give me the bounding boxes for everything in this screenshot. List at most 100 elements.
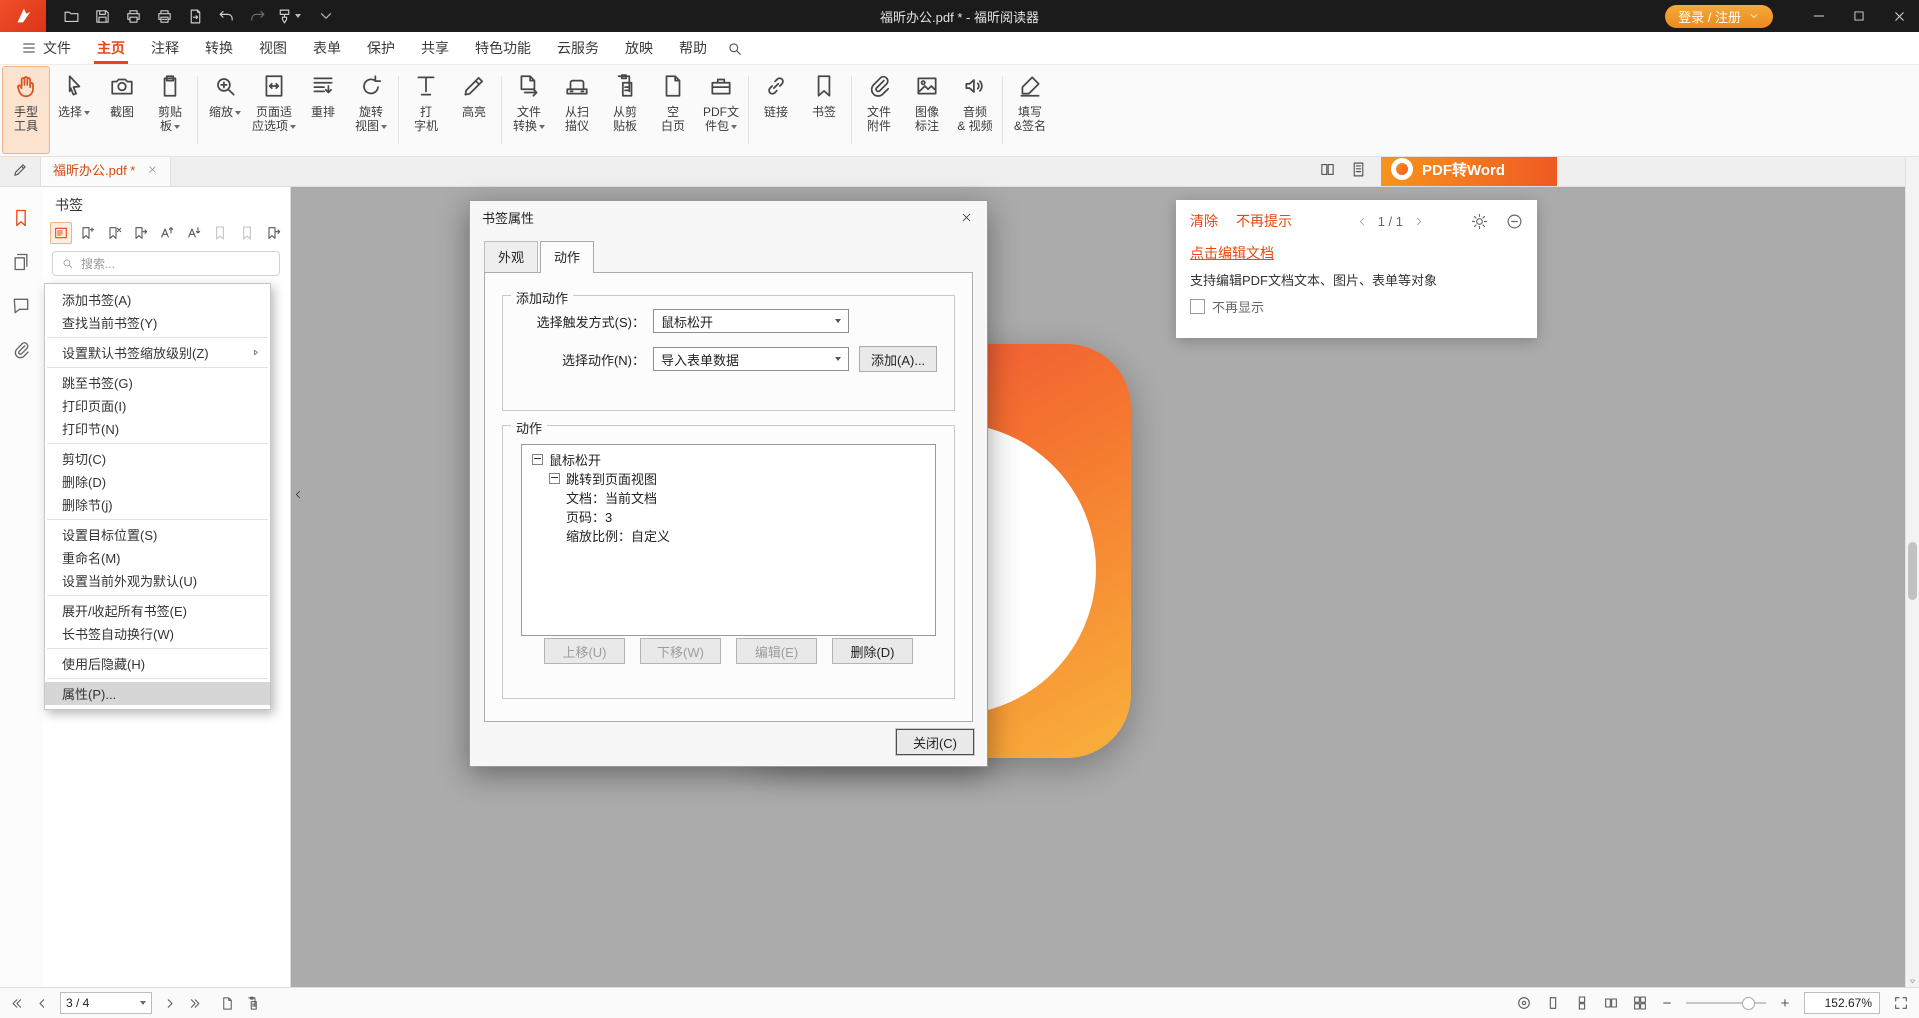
save-icon[interactable]: [87, 3, 117, 29]
no-prompt-button[interactable]: 不再提示: [1236, 211, 1292, 231]
close-button[interactable]: [1879, 0, 1919, 32]
print-page-icon[interactable]: [149, 3, 179, 29]
tab-home[interactable]: 主页: [84, 32, 138, 64]
clipboard-tool[interactable]: 剪贴板: [146, 66, 194, 154]
sidebar-attachments[interactable]: [11, 340, 31, 360]
page-number-input[interactable]: 3 / 4: [60, 992, 152, 1014]
redo-icon[interactable]: [242, 3, 272, 29]
clipboard-page-icon[interactable]: [245, 996, 260, 1011]
facing-view-icon[interactable]: [1603, 995, 1619, 1011]
fill-sign[interactable]: 填写&签名: [1006, 66, 1054, 154]
dont-show-checkbox[interactable]: 不再显示: [1190, 297, 1523, 316]
menu-add-bookmark[interactable]: 添加书签(A): [45, 288, 270, 311]
tab-present[interactable]: 放映: [612, 32, 666, 64]
export-icon[interactable]: [180, 3, 210, 29]
gear-icon[interactable]: [1471, 213, 1488, 230]
menu-goto-bookmark[interactable]: 跳至书签(G): [45, 371, 270, 394]
open-file-icon[interactable]: [56, 3, 86, 29]
hand-tool[interactable]: 手型工具: [2, 66, 50, 154]
menu-set-appearance-default[interactable]: 设置当前外观为默认(U): [45, 569, 270, 592]
next-tip-icon[interactable]: [1412, 215, 1425, 228]
delete-bookmark-icon[interactable]: [103, 222, 125, 244]
menu-set-default-zoom[interactable]: 设置默认书签缩放级别(Z): [45, 341, 270, 364]
tab-features[interactable]: 特色功能: [462, 32, 544, 64]
increase-text-icon[interactable]: [156, 222, 178, 244]
vertical-scrollbar[interactable]: [1905, 134, 1919, 988]
undo-icon[interactable]: [211, 3, 241, 29]
snapshot-page-icon[interactable]: [220, 996, 235, 1011]
tab-help[interactable]: 帮助: [666, 32, 720, 64]
tab-protect[interactable]: 保护: [354, 32, 408, 64]
tab-file[interactable]: 文件: [8, 32, 84, 64]
blank-page[interactable]: 空白页: [649, 66, 697, 154]
dialog-close-icon[interactable]: [945, 202, 987, 232]
facing-continuous-view-icon[interactable]: [1632, 995, 1648, 1011]
scroll-down-icon[interactable]: [1906, 974, 1919, 988]
typewriter-tool[interactable]: 打字机: [402, 66, 450, 154]
search-icon[interactable]: [726, 40, 743, 57]
edit-document-link[interactable]: 点击编辑文档: [1190, 243, 1274, 263]
customize-quick-access-icon[interactable]: [317, 7, 335, 25]
sidebar-comments[interactable]: [11, 296, 31, 316]
checkbox-icon[interactable]: [1190, 299, 1205, 314]
tree-node[interactable]: 跳转到页面视图: [528, 469, 929, 488]
menu-cut[interactable]: 剪切(C): [45, 447, 270, 470]
multi-tab-view-icon[interactable]: [1319, 161, 1336, 178]
menu-properties[interactable]: 属性(P)...: [45, 682, 270, 705]
tab-share[interactable]: 共享: [408, 32, 462, 64]
tree-node[interactable]: 页码：3: [528, 507, 929, 526]
menu-delete-section[interactable]: 删除节(j): [45, 493, 270, 516]
tab-comment[interactable]: 注释: [138, 32, 192, 64]
scrollbar-thumb[interactable]: [1908, 542, 1917, 600]
last-page-icon[interactable]: [187, 996, 202, 1011]
add-bookmark-icon[interactable]: [77, 222, 99, 244]
zoom-tool[interactable]: 缩放: [201, 66, 249, 154]
prev-tip-icon[interactable]: [1356, 215, 1369, 228]
zoom-in-button[interactable]: +: [1779, 995, 1791, 1012]
trigger-select[interactable]: 鼠标松开: [653, 309, 849, 333]
snapshot-tool[interactable]: 截图: [98, 66, 146, 154]
prev-bookmark-icon[interactable]: [209, 222, 231, 244]
collapse-panel-handle[interactable]: [291, 478, 305, 510]
bookmark-tool[interactable]: 书签: [800, 66, 848, 154]
first-page-icon[interactable]: [10, 996, 25, 1011]
pdf-to-word-banner[interactable]: PDF转Word: [1381, 152, 1557, 186]
add-action-button[interactable]: 添加(A)...: [859, 346, 937, 372]
file-attachment[interactable]: 文件附件: [855, 66, 903, 154]
select-tool[interactable]: 选择: [50, 66, 98, 154]
collapse-toggle-icon[interactable]: [549, 473, 560, 484]
file-convert[interactable]: 文件转换: [505, 66, 553, 154]
delete-button[interactable]: 删除(D): [832, 638, 913, 664]
zoom-level-input[interactable]: 152.67%: [1804, 992, 1880, 1014]
minimize-tip-icon[interactable]: [1506, 213, 1523, 230]
audio-video[interactable]: 音频& 视频: [951, 66, 999, 154]
tree-node[interactable]: 缩放比例：自定义: [528, 526, 929, 545]
menu-hide-after-use[interactable]: 使用后隐藏(H): [45, 652, 270, 675]
rotate-view[interactable]: 旋转视图: [347, 66, 395, 154]
link-tool[interactable]: 链接: [752, 66, 800, 154]
prev-page-icon[interactable]: [35, 996, 50, 1011]
dialog-title-bar[interactable]: 书签属性: [470, 201, 987, 233]
scroll-view-icon[interactable]: [1350, 161, 1367, 178]
menu-expand-collapse-all[interactable]: 展开/收起所有书签(E): [45, 599, 270, 622]
tab-convert[interactable]: 转换: [192, 32, 246, 64]
tab-view[interactable]: 视图: [246, 32, 300, 64]
clear-button[interactable]: 清除: [1190, 211, 1218, 231]
print-icon[interactable]: [118, 3, 148, 29]
login-button[interactable]: 登录 / 注册: [1665, 5, 1773, 28]
tree-node[interactable]: 鼠标松开: [528, 450, 929, 469]
sidebar-pages[interactable]: [11, 252, 31, 272]
menu-find-current-bookmark[interactable]: 查找当前书签(Y): [45, 311, 270, 334]
bookmark-list-icon[interactable]: [50, 222, 72, 244]
next-bookmark-icon[interactable]: [236, 222, 258, 244]
foxit-logo-icon[interactable]: [0, 0, 46, 32]
reflow-tool[interactable]: 重排: [299, 66, 347, 154]
reading-mode-icon[interactable]: [1516, 995, 1532, 1011]
pdf-portfolio[interactable]: PDF文件包: [697, 66, 745, 154]
menu-set-destination[interactable]: 设置目标位置(S): [45, 523, 270, 546]
tab-cloud[interactable]: 云服务: [544, 32, 612, 64]
menu-delete[interactable]: 删除(D): [45, 470, 270, 493]
decrease-text-icon[interactable]: [183, 222, 205, 244]
zoom-slider[interactable]: [1686, 1002, 1766, 1004]
menu-print-page[interactable]: 打印页面(I): [45, 394, 270, 417]
